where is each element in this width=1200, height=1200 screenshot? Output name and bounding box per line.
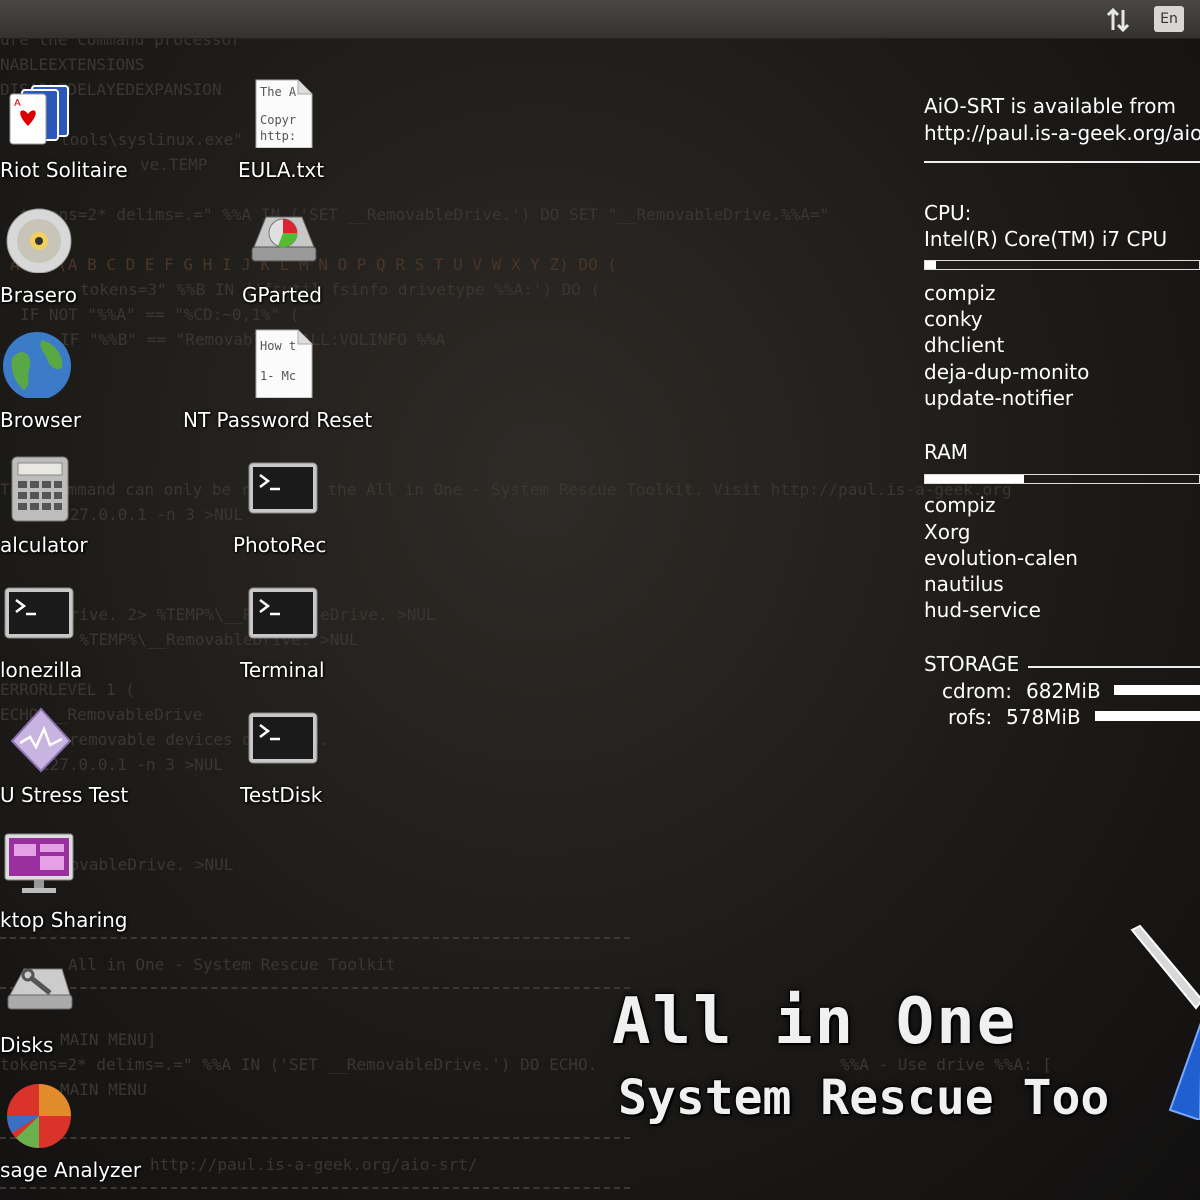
cpu-process: update-notifier — [924, 386, 1074, 410]
text-document-icon: How t 1- Mc — [255, 329, 313, 398]
disc-icon — [6, 208, 72, 273]
keyboard-layout-indicator[interactable]: En — [1154, 6, 1184, 32]
terminal-icon — [248, 587, 318, 639]
wallpaper-code-line: http://paul.is-a-geek.org/aio-srt/ — [150, 1155, 478, 1174]
cpu-label: CPU: — [924, 201, 972, 225]
brand-title: All in One — [612, 985, 1018, 1059]
terminal-icon — [4, 587, 74, 639]
desktop-icon-testdisk[interactable]: TestDisk — [200, 695, 370, 815]
desktop-icon-disks[interactable]: Disks — [0, 945, 170, 1065]
document-preview-line: Copyr — [260, 113, 296, 127]
desktop-icon-label: sage Analyzer — [0, 1158, 142, 1182]
desktop-icon-label: NT Password Reset — [183, 408, 373, 432]
document-preview-line: The A — [260, 85, 297, 99]
storage-device-name: cdrom: — [942, 679, 1012, 703]
calculator-icon — [11, 456, 69, 522]
cpu-model: Intel(R) Core(TM) i7 CPU — [924, 227, 1168, 251]
desktop-icon-usage-analyzer[interactable]: sage Analyzer — [0, 1070, 170, 1190]
desktop-icon-label: Disks — [0, 1033, 54, 1057]
document-preview-line: http: — [260, 129, 296, 143]
ram-usage-fill — [925, 475, 1024, 483]
globe-icon — [3, 332, 71, 398]
ram-process: nautilus — [924, 572, 1004, 596]
conky-separator — [924, 161, 1200, 163]
brand-subtitle: System Rescue Too — [618, 1070, 1110, 1126]
desktop-icon-label: alculator — [0, 533, 88, 557]
storage-label: STORAGE — [924, 652, 1020, 676]
ram-usage-bar — [924, 474, 1200, 484]
document-preview-line: 1- Mc — [260, 369, 296, 383]
terminal-icon — [248, 462, 318, 514]
network-transfer-icon[interactable] — [1104, 6, 1132, 34]
ram-process: Xorg — [924, 520, 971, 544]
cpu-usage-bar — [924, 260, 1200, 270]
pie-chart-icon — [7, 1084, 71, 1148]
desktop-icon-clonezilla[interactable]: lonezilla — [0, 570, 170, 690]
desktop-icon-brasero[interactable]: Brasero — [0, 195, 170, 315]
desktop-icon-desktop-sharing[interactable]: ktop Sharing — [0, 820, 170, 940]
desktop-icon-nt-password-reset[interactable]: How t 1- Mc NT Password Reset — [180, 320, 372, 440]
partition-disk-icon — [251, 216, 317, 262]
desktop-icon-label: Browser — [0, 408, 82, 432]
cpu-process: deja-dup-monito — [924, 360, 1090, 384]
storage-device-size: 578MiB — [1006, 705, 1081, 729]
ram-process: compiz — [924, 493, 996, 517]
svg-text:A: A — [14, 98, 21, 109]
playing-cards-icon: A — [9, 85, 69, 145]
cpu-process: dhclient — [924, 333, 1005, 357]
document-preview-line: How t — [260, 339, 296, 353]
ram-process: evolution-calen — [924, 546, 1078, 570]
waveform-diamond-icon — [10, 707, 72, 773]
desktop-icon-label: Brasero — [0, 283, 77, 307]
desktop-icon-label: Riot Solitaire — [0, 158, 128, 182]
desktop-icon-label: U Stress Test — [0, 783, 129, 807]
desktop-icon-gparted[interactable]: GParted — [200, 195, 370, 315]
desktop-icon-label: EULA.txt — [238, 158, 325, 182]
screwdriver-icon — [1130, 924, 1200, 1120]
hard-disk-icon — [7, 968, 73, 1010]
cpu-process: compiz — [924, 281, 996, 305]
conky-url: http://paul.is-a-geek.org/aio — [924, 121, 1200, 145]
storage-usage-bar — [1095, 711, 1200, 721]
desktop-icon-browser[interactable]: Browser — [0, 320, 170, 440]
desktop-icon-riot-solitaire[interactable]: A Riot Solitaire — [0, 70, 170, 190]
ram-process: hud-service — [924, 598, 1041, 622]
desktop-icon-label: ktop Sharing — [0, 908, 128, 932]
conky-header-line: AiO-SRT is available from — [924, 94, 1176, 118]
ram-label: RAM — [924, 440, 969, 464]
desktop-icon-calculator[interactable]: alculator — [0, 445, 170, 565]
top-panel: En — [0, 0, 1200, 39]
storage-device-size: 682MiB — [1026, 679, 1101, 703]
desktop-icon-label: GParted — [242, 283, 322, 307]
desktop-icon-label: PhotoRec — [233, 533, 327, 557]
desktop-icon-label: lonezilla — [0, 658, 83, 682]
terminal-icon — [248, 712, 318, 764]
text-document-icon: The A Copyr http: — [255, 79, 313, 148]
desktop-icon-terminal[interactable]: Terminal — [200, 570, 370, 690]
cpu-process: conky — [924, 307, 983, 331]
desktop-icon-eula[interactable]: The A Copyr http: EULA.txt — [200, 70, 370, 190]
storage-separator — [1028, 666, 1200, 668]
monitor-sharing-icon — [4, 833, 74, 893]
desktop-icon-stress-test[interactable]: U Stress Test — [0, 695, 170, 815]
desktop-icon-photorec[interactable]: PhotoRec — [200, 445, 370, 565]
desktop-icon-label: TestDisk — [240, 783, 323, 807]
storage-usage-bar — [1114, 685, 1200, 695]
desktop-icon-label: Terminal — [240, 658, 325, 682]
cpu-usage-fill — [925, 261, 936, 269]
storage-device-name: rofs: — [948, 705, 993, 729]
